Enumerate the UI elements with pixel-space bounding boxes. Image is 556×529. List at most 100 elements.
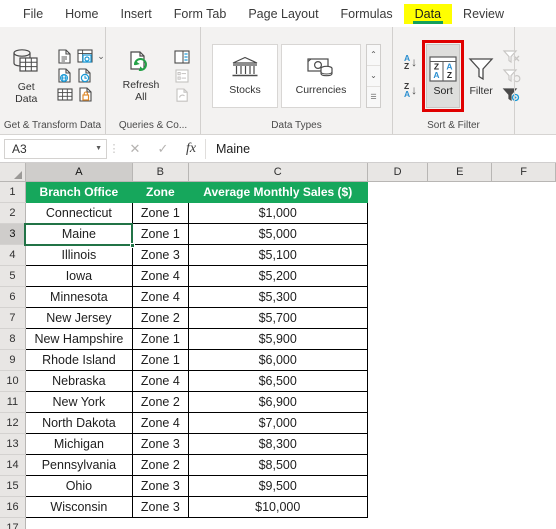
cell-F4[interactable]: [491, 244, 556, 266]
cell-B6[interactable]: Zone 4: [131, 286, 189, 308]
cell-A11[interactable]: New York: [24, 391, 133, 413]
cell-D16[interactable]: [367, 496, 428, 518]
cell-B13[interactable]: Zone 3: [131, 433, 189, 455]
cell-A13[interactable]: Michigan: [24, 433, 133, 455]
tab-insert[interactable]: Insert: [110, 4, 163, 24]
cell-B10[interactable]: Zone 4: [131, 370, 189, 392]
currencies-button[interactable]: Currencies: [281, 43, 361, 108]
tab-page-layout[interactable]: Page Layout: [237, 4, 329, 24]
cell-A12[interactable]: North Dakota: [24, 412, 133, 434]
cell-C5[interactable]: $5,200: [187, 265, 368, 287]
tab-home[interactable]: Home: [54, 4, 109, 24]
cell-E15[interactable]: [427, 475, 492, 497]
cell-A10[interactable]: Nebraska: [24, 370, 133, 392]
cell-A8[interactable]: New Hampshire: [24, 328, 133, 350]
row-header-11[interactable]: 11: [0, 391, 26, 413]
cell-B8[interactable]: Zone 1: [131, 328, 189, 350]
row-header-17[interactable]: 17: [0, 517, 26, 529]
cell-F10[interactable]: [491, 370, 556, 392]
cell-C7[interactable]: $5,700: [187, 307, 368, 329]
cell-B16[interactable]: Zone 3: [131, 496, 189, 518]
data-types-gallery-scrollbar[interactable]: ⌃ ⌄ ☰: [366, 43, 381, 108]
cell-C12[interactable]: $7,000: [187, 412, 368, 434]
chevron-down-icon[interactable]: ▼: [95, 145, 102, 152]
sort-button[interactable]: Z A A Z Sort: [422, 39, 465, 112]
cell-C8[interactable]: $5,900: [187, 328, 368, 350]
cell-D14[interactable]: [367, 454, 428, 476]
gallery-scroll-down-icon[interactable]: ⌄: [367, 66, 380, 87]
cell-E14[interactable]: [427, 454, 492, 476]
cell-A17[interactable]: [25, 517, 133, 529]
cell-D8[interactable]: [367, 328, 428, 350]
cell-F15[interactable]: [491, 475, 556, 497]
row-header-4[interactable]: 4: [0, 244, 26, 266]
column-header-d[interactable]: D: [367, 163, 429, 182]
cell-C6[interactable]: $5,300: [187, 286, 368, 308]
header-cell-B1[interactable]: Zone: [131, 181, 189, 203]
tab-file[interactable]: File: [12, 4, 54, 24]
tab-formulas[interactable]: Formulas: [330, 4, 404, 24]
cell-E16[interactable]: [427, 496, 492, 518]
cell-C3[interactable]: $5,000: [187, 223, 368, 245]
row-header-9[interactable]: 9: [0, 349, 26, 371]
cell-C10[interactable]: $6,500: [187, 370, 368, 392]
cell-C2[interactable]: $1,000: [187, 202, 368, 224]
cell-C4[interactable]: $5,100: [187, 244, 368, 266]
cell-F11[interactable]: [491, 391, 556, 413]
cell-F9[interactable]: [491, 349, 556, 371]
cell-E4[interactable]: [427, 244, 492, 266]
cell-B4[interactable]: Zone 3: [131, 244, 189, 266]
cell-F13[interactable]: [491, 433, 556, 455]
cell-E11[interactable]: [427, 391, 492, 413]
enter-icon[interactable]: ✓: [149, 138, 177, 160]
chevron-down-icon[interactable]: ⌄: [97, 51, 105, 62]
cell-D9[interactable]: [367, 349, 428, 371]
cell-B7[interactable]: Zone 2: [131, 307, 189, 329]
cell-B12[interactable]: Zone 4: [131, 412, 189, 434]
cell-F2[interactable]: [491, 202, 556, 224]
cell-D11[interactable]: [367, 391, 428, 413]
row-header-2[interactable]: 2: [0, 202, 26, 224]
refresh-all-button[interactable]: Refresh All: [115, 46, 167, 105]
from-text-csv-icon[interactable]: [56, 48, 73, 65]
cell-E12[interactable]: [427, 412, 492, 434]
cell-D10[interactable]: [367, 370, 428, 392]
cell-A5[interactable]: Iowa: [24, 265, 133, 287]
header-cell-A1[interactable]: Branch Office: [24, 181, 133, 203]
cell-D2[interactable]: [367, 202, 428, 224]
recent-connections-icon[interactable]: [77, 86, 94, 103]
get-data-button[interactable]: Get Data: [0, 44, 52, 107]
tab-review[interactable]: Review: [452, 4, 515, 24]
select-all-corner[interactable]: [0, 163, 26, 182]
cell-D7[interactable]: [367, 307, 428, 329]
row-header-14[interactable]: 14: [0, 454, 26, 476]
cell-E3[interactable]: [427, 223, 492, 245]
cell-D13[interactable]: [367, 433, 428, 455]
column-header-c[interactable]: C: [188, 163, 368, 182]
queries-connections-icon[interactable]: [173, 49, 191, 65]
row-header-12[interactable]: 12: [0, 412, 26, 434]
row-header-3[interactable]: 3: [0, 223, 26, 245]
cell-F14[interactable]: [491, 454, 556, 476]
cell-E10[interactable]: [427, 370, 492, 392]
row-header-7[interactable]: 7: [0, 307, 26, 329]
recent-sources-icon[interactable]: [76, 67, 93, 84]
row-header-5[interactable]: 5: [0, 265, 26, 287]
insert-function-icon[interactable]: fx: [177, 138, 205, 160]
row-header-15[interactable]: 15: [0, 475, 26, 497]
from-picture-table-icon[interactable]: [76, 48, 94, 65]
cell-E1[interactable]: [427, 181, 492, 203]
name-box[interactable]: A3 ▼: [4, 138, 107, 159]
cell-E17[interactable]: [427, 517, 492, 529]
cell-A15[interactable]: Ohio: [24, 475, 133, 497]
row-header-1[interactable]: 1: [0, 181, 26, 203]
cell-C14[interactable]: $8,500: [187, 454, 368, 476]
cell-F1[interactable]: [491, 181, 556, 203]
gallery-more-icon[interactable]: ☰: [367, 87, 380, 107]
cell-B17[interactable]: [132, 517, 189, 529]
from-web-icon[interactable]: [56, 67, 73, 84]
cell-A7[interactable]: New Jersey: [24, 307, 133, 329]
tab-data[interactable]: Data: [403, 3, 453, 24]
cell-F3[interactable]: [491, 223, 556, 245]
cell-E6[interactable]: [427, 286, 492, 308]
